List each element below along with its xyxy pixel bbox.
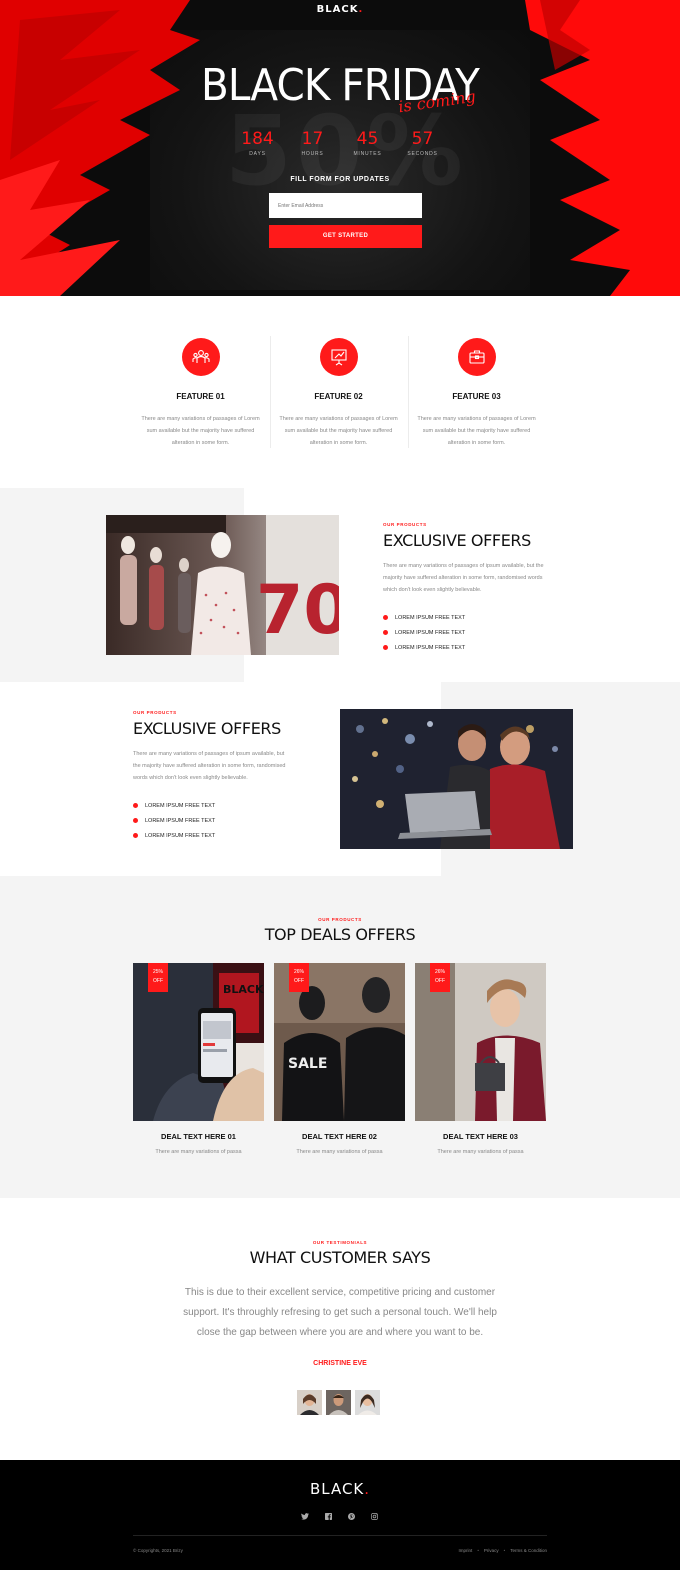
avatar[interactable] xyxy=(297,1390,322,1415)
deals-header: OUR PRODUCTS TOP DEALS OFFERS xyxy=(0,917,680,944)
deal-text: There are many variations of passa xyxy=(296,1149,383,1155)
avatar-selector xyxy=(297,1390,380,1415)
offer-section-2: OUR PRODUCTS EXCLUSIVE OFFERS There are … xyxy=(0,682,680,876)
discount-badge: 26% OFF xyxy=(289,963,309,992)
discount-badge: 25% OFF xyxy=(148,963,168,992)
feature-card-1: FEATURE 01 There are many variations of … xyxy=(133,338,268,449)
deal-photo-text: BLACK FRIDAY xyxy=(223,983,264,996)
offer-text-1: OUR PRODUCTS EXCLUSIVE OFFERS There are … xyxy=(383,522,548,655)
list-item: LOREM IPSUM FREE TEXT xyxy=(383,610,548,625)
avatar[interactable] xyxy=(326,1390,351,1415)
deal-card-3[interactable]: 26% OFF DEAL TEXT HERE 03 There are many … xyxy=(415,963,546,1155)
link-separator: • xyxy=(477,1548,479,1553)
deal-text: There are many variations of passa xyxy=(437,1149,524,1155)
testimonials-section: OUR TESTIMONIALS WHAT CUSTOMER SAYS This… xyxy=(0,1198,680,1460)
list-item: LOREM IPSUM FREE TEXT xyxy=(133,828,293,843)
footer-link-terms[interactable]: Terms & Condition xyxy=(510,1548,547,1553)
bullet-icon xyxy=(133,833,138,838)
feature-title: FEATURE 03 xyxy=(452,392,501,401)
list-item: LOREM IPSUM FREE TEXT xyxy=(383,625,548,640)
footer-link-imprint[interactable]: Imprint xyxy=(459,1548,473,1553)
bullet-icon xyxy=(383,630,388,635)
countdown-days: 184 DAYS xyxy=(241,129,274,157)
footer-divider xyxy=(133,1535,547,1536)
footer: BLACK. © Copyrights, 2021 Brizy Imprint … xyxy=(0,1460,680,1570)
discount-badge: 26% OFF xyxy=(430,963,450,992)
facebook-icon[interactable] xyxy=(323,1511,333,1521)
hero-brand-logo[interactable]: BLACK. xyxy=(0,4,680,15)
deal-text: There are many variations of passa xyxy=(155,1149,242,1155)
testimonials-eyebrow: OUR TESTIMONIALS xyxy=(312,1240,368,1245)
offer-list: LOREM IPSUM FREE TEXT LOREM IPSUM FREE T… xyxy=(383,610,548,655)
testimonial-quote: This is due to their excellent service, … xyxy=(183,1287,497,1338)
email-input[interactable] xyxy=(269,193,422,218)
presentation-icon xyxy=(319,338,358,376)
countdown-hours: 17 HOURS xyxy=(301,129,324,157)
form-title: FILL FORM FOR UPDATES xyxy=(290,176,390,183)
deal-card-2[interactable]: SALE 26% OFF DEAL TEXT HERE 02 There are … xyxy=(274,963,405,1155)
deal-photo-shopper: 26% OFF xyxy=(415,963,546,1121)
footer-link-privacy[interactable]: Privacy xyxy=(484,1548,499,1553)
get-started-button[interactable]: GET STARTED xyxy=(269,225,422,248)
link-separator: • xyxy=(503,1548,506,1553)
feature-text: There are many variations of passages of… xyxy=(141,416,260,446)
list-item: LOREM IPSUM FREE TEXT xyxy=(133,813,293,828)
offer-description: There are many variations of passages of… xyxy=(383,563,544,593)
red-brush-right xyxy=(525,0,680,296)
offer-photo-mannequins: 70 xyxy=(106,515,339,655)
deal-title: DEAL TEXT HERE 01 xyxy=(161,1132,236,1141)
feature-card-3: FEATURE 03 There are many variations of … xyxy=(409,338,544,449)
people-icon xyxy=(181,338,220,376)
offer-list: LOREM IPSUM FREE TEXT LOREM IPSUM FREE T… xyxy=(133,798,293,843)
footer-brand-logo[interactable]: BLACK. xyxy=(0,1480,680,1498)
hero-section: 50% BLACK. BLACK FRIDAY is coming 184 DAY… xyxy=(0,0,680,296)
avatar[interactable] xyxy=(355,1390,380,1415)
instagram-icon[interactable] xyxy=(370,1511,380,1521)
offer-eyebrow: OUR PRODUCTS xyxy=(383,522,427,527)
bullet-icon xyxy=(383,615,388,620)
testimonials-title: WHAT CUSTOMER SAYS xyxy=(249,1248,431,1267)
bullet-icon xyxy=(133,803,138,808)
deal-card-1[interactable]: BLACK FRIDAY 25%OFF DEAL TEXT HERE 01 Th… xyxy=(133,963,264,1155)
deals-eyebrow: OUR PRODUCTS xyxy=(318,917,362,922)
twitter-icon[interactable] xyxy=(300,1511,310,1521)
briefcase-icon xyxy=(457,338,496,376)
copyright-text: © Copyrights, 2021 Brizy xyxy=(133,1548,183,1553)
bullet-icon xyxy=(133,818,138,823)
pinterest-icon[interactable] xyxy=(347,1511,357,1521)
deal-photo-phone: BLACK FRIDAY 25%OFF xyxy=(133,963,264,1121)
social-links xyxy=(300,1511,380,1521)
deal-title: DEAL TEXT HERE 02 xyxy=(302,1132,377,1141)
offer-title: EXCLUSIVE OFFERS xyxy=(133,719,281,738)
feature-card-2: FEATURE 02 There are many variations of … xyxy=(271,338,406,449)
deals-title: TOP DEALS OFFERS xyxy=(264,925,416,944)
red-brush-left xyxy=(0,0,200,296)
bullet-icon xyxy=(383,645,388,650)
deal-photo-mannequins: SALE 26% OFF xyxy=(274,963,405,1121)
feature-title: FEATURE 02 xyxy=(314,392,363,401)
offer-eyebrow: OUR PRODUCTS xyxy=(133,710,177,715)
list-item: LOREM IPSUM FREE TEXT xyxy=(383,640,548,655)
features-section: FEATURE 01 There are many variations of … xyxy=(0,296,680,488)
countdown-minutes: 45 MINUTES xyxy=(353,129,382,157)
feature-title: FEATURE 01 xyxy=(176,392,225,401)
deal-title: DEAL TEXT HERE 03 xyxy=(443,1132,518,1141)
offer-section-1: 70 OUR PRODUCTS EXCLUSIVE OFFERS There a… xyxy=(0,488,680,682)
footer-links: Imprint • Privacy • Terms & Condition xyxy=(459,1548,547,1553)
deals-section: OUR PRODUCTS TOP DEALS OFFERS BLACK FRID… xyxy=(0,876,680,1198)
list-item: LOREM IPSUM FREE TEXT xyxy=(133,798,293,813)
testimonial-author: CHRISTINE EVE xyxy=(313,1360,367,1367)
countdown-seconds: 57 SECONDS xyxy=(407,129,438,157)
offer-text-2: OUR PRODUCTS EXCLUSIVE OFFERS There are … xyxy=(133,710,293,843)
offer-title: EXCLUSIVE OFFERS xyxy=(383,531,531,550)
countdown-timer: 184 DAYS 17 HOURS 45 MINUTES 57 SECONDS xyxy=(230,130,450,157)
offer-description: There are many variations of passages of… xyxy=(133,751,286,781)
offer-photo-number: 70 xyxy=(256,571,339,650)
hero-title: BLACK FRIDAY xyxy=(201,60,480,111)
feature-text: There are many variations of passages of… xyxy=(279,416,398,446)
offer-photo-couple-laptop xyxy=(340,709,573,849)
deal-photo-text: SALE xyxy=(288,1056,327,1072)
feature-text: There are many variations of passages of… xyxy=(417,416,536,446)
